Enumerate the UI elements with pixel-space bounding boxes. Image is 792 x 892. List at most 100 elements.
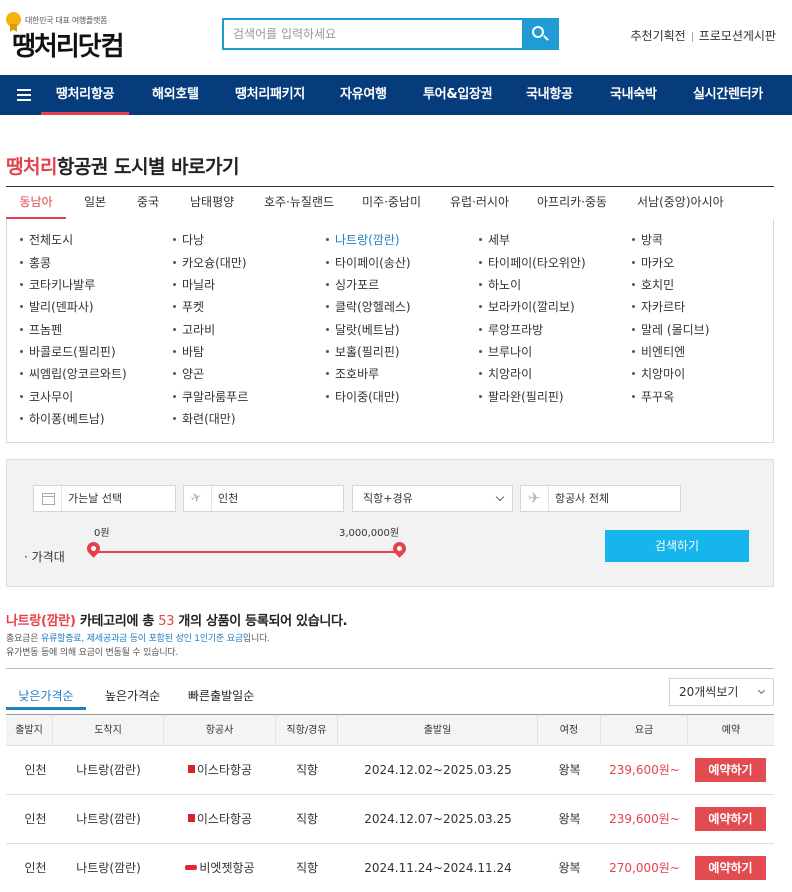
city-link[interactable]: 고라비 [173,320,215,340]
tab-europe-russia[interactable]: 유럽·러시아 [450,187,509,219]
tab-africa-middle-east[interactable]: 아프리카·중동 [537,187,607,219]
search-input[interactable] [224,20,522,48]
menu-icon[interactable] [17,89,31,101]
city-link[interactable]: 화련(대만) [173,409,236,429]
city-link[interactable]: 호치민 [632,275,674,295]
city-link[interactable]: 푸꾸옥 [632,387,674,407]
city-link[interactable]: 하노이 [479,275,521,295]
sort-high-price[interactable]: 높은가격순 [105,686,160,710]
departure-select[interactable]: 인천 [183,485,344,512]
city-link[interactable]: 방콕 [632,230,663,250]
site-header: 대한민국 대표 여행플랫폼 땡처리닷컴 추천기획전 프로모션게시판 [0,0,792,75]
badge-icon [6,12,21,27]
city-link[interactable]: 홍콩 [20,253,51,273]
price-min-label: 0원 [94,528,110,539]
city-link[interactable]: 타이중(대만) [326,387,400,407]
chevron-down-icon [495,492,505,502]
price-max-label: 3,000,000원 [339,528,400,539]
city-link[interactable]: 푸켓 [173,297,204,317]
city-link[interactable]: 비엔티엔 [632,342,685,362]
book-button[interactable]: 예약하기 [695,856,766,880]
city-link[interactable]: 치앙마이 [632,364,685,384]
link-promotion[interactable]: 프로모션게시판 [699,29,776,43]
city-link[interactable]: 바탐 [173,342,204,362]
page-title: 땡처리항공권 도시별 바로가기 [6,156,239,178]
city-link[interactable]: 싱가포르 [326,275,379,295]
tab-japan[interactable]: 일본 [84,187,106,219]
city-link-selected[interactable]: 나트랑(깜란) [326,230,400,250]
nav-item-free-travel[interactable]: 자유여행 [340,75,387,115]
book-button[interactable]: 예약하기 [695,807,766,831]
link-recommended[interactable]: 추천기획전 [631,29,686,43]
col-trip: 여정 [538,715,601,746]
city-link[interactable]: 발리(덴파사) [20,297,94,317]
tab-south-pacific[interactable]: 남태평양 [190,187,234,219]
price-change-note: 유가변동 등에 의해 요금이 변동될 수 있습니다. [6,648,179,658]
airline-select[interactable]: 항공사 전체 [520,485,681,512]
nav-item-rentcar[interactable]: 실시간렌터카 [693,75,763,115]
plane-departure-icon [184,486,212,511]
tab-china[interactable]: 중국 [137,187,159,219]
tab-australia-nz[interactable]: 호주·뉴질랜드 [264,187,334,219]
city-link[interactable]: 씨엠립(앙코르와트) [20,364,127,384]
col-route-type: 직항/경유 [276,715,338,746]
tab-southeast-asia[interactable]: 동남아 [6,187,66,219]
city-link[interactable]: 전체도시 [20,230,73,250]
nav-item-domestic-flights[interactable]: 국내항공 [526,75,573,115]
city-link[interactable]: 다낭 [173,230,204,250]
city-link[interactable]: 양곤 [173,364,204,384]
tab-southwest-asia[interactable]: 서남(중앙)아시아 [637,187,724,219]
price-range-label: · 가격대 [24,550,65,564]
site-logo[interactable]: 대한민국 대표 여행플랫폼 땡처리닷컴 [6,10,136,62]
city-link[interactable]: 클락(앙헬레스) [326,297,411,317]
col-booking: 예약 [721,725,741,736]
city-link[interactable]: 보라카이(깔리보) [479,297,575,317]
nav-item-cheap-flights[interactable]: 땡처리항공 [41,75,129,115]
nav-item-packages[interactable]: 땡처리패키지 [235,75,305,115]
city-link[interactable]: 카오슝(대만) [173,253,247,273]
per-page-select[interactable]: 20개씩보기 [669,678,774,706]
city-link[interactable]: 타이페이(타오위안) [479,253,586,273]
city-link[interactable]: 팔라완(필리핀) [479,387,564,407]
city-link[interactable]: 마카오 [632,253,674,273]
city-link[interactable]: 치앙라이 [479,364,532,384]
city-link[interactable]: 루앙프라방 [479,320,543,340]
sort-low-price[interactable]: 낮은가격순 [6,686,86,710]
search-button[interactable] [522,20,557,48]
city-list: 전체도시 홍콩 코타키나발루 발리(덴파사) 프놈펜 바콜로드(필리핀) 씨엠립… [6,219,774,443]
nav-item-hotels[interactable]: 해외호텔 [152,75,199,115]
tab-americas[interactable]: 미주·중남미 [362,187,421,219]
top-links: 추천기획전 프로모션게시판 [631,27,776,44]
logo-tagline: 대한민국 대표 여행플랫폼 [25,16,108,25]
book-button[interactable]: 예약하기 [695,758,766,782]
search-submit-button[interactable]: 검색하기 [605,530,749,562]
search-box [222,18,559,50]
city-link[interactable]: 바콜로드(필리핀) [20,342,116,362]
city-link[interactable]: 하이퐁(베트남) [20,409,105,429]
eastar-logo-icon [187,814,195,822]
city-link[interactable]: 코타키나발루 [20,275,95,295]
col-airline: 항공사 [164,715,276,746]
city-link[interactable]: 조호바루 [326,364,379,384]
city-link[interactable]: 브루나이 [479,342,532,362]
route-type-select[interactable]: 직항+경유 [352,485,513,512]
date-picker[interactable]: 가는날 선택 [33,485,176,512]
nav-item-tours[interactable]: 투어&입장권 [423,75,493,115]
city-link[interactable]: 달랏(베트남) [326,320,400,340]
search-filter-panel: 가는날 선택 인천 직항+경유 항공사 전체 [6,459,774,587]
city-link[interactable]: 마닐라 [173,275,215,295]
city-link[interactable]: 타이페이(송산) [326,253,411,273]
city-link[interactable]: 코사무이 [20,387,73,407]
vietjet-logo-icon [185,864,198,870]
sort-earliest-departure[interactable]: 빠른출발일순 [188,686,254,710]
city-link[interactable]: 프놈펜 [20,320,62,340]
city-link[interactable]: 말레 (몰디브) [632,320,709,340]
city-link[interactable]: 세부 [479,230,510,250]
city-link[interactable]: 보홀(필리핀) [326,342,400,362]
plane-icon [521,486,549,511]
nav-item-domestic-stay[interactable]: 국내숙박 [610,75,657,115]
city-link[interactable]: 자카르타 [632,297,685,317]
city-link[interactable]: 쿠알라룸푸르 [173,387,248,407]
chevron-down-icon [757,686,766,695]
price-note: 총요금은 유류할증료, 제세공과금 등이 포함된 성인 1인기준 요금입니다. [6,634,270,644]
